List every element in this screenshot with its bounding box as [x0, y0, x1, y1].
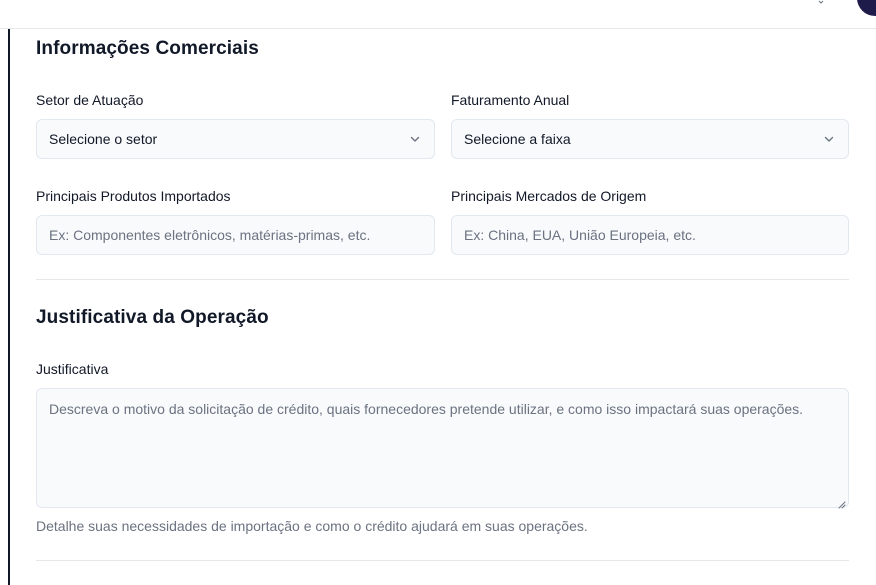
products-input[interactable]	[49, 227, 422, 243]
revenue-select[interactable]: Selecione a faixa	[451, 119, 849, 159]
form-card: Informações Comerciais Setor de Atuação …	[8, 29, 876, 585]
products-input-wrapper	[36, 215, 435, 255]
top-bar	[0, 0, 876, 29]
sector-label: Setor de Atuação	[36, 92, 144, 108]
section-divider	[36, 279, 849, 280]
commercial-section-title: Informações Comerciais	[36, 38, 259, 59]
markets-label: Principais Mercados de Origem	[451, 188, 647, 204]
sector-select[interactable]: Selecione o setor	[36, 119, 435, 159]
chevron-down-icon	[822, 132, 836, 146]
justification-textarea-wrapper	[36, 388, 849, 509]
justification-label: Justificativa	[36, 361, 109, 377]
justification-textarea[interactable]	[49, 399, 836, 497]
markets-input[interactable]	[464, 227, 836, 243]
avatar[interactable]	[857, 0, 876, 16]
products-label: Principais Produtos Importados	[36, 188, 231, 204]
chevron-down-icon	[408, 132, 422, 146]
user-menu-caret-icon[interactable]	[818, 0, 824, 4]
markets-input-wrapper	[451, 215, 849, 255]
section-divider	[36, 560, 849, 561]
justification-section-title: Justificativa da Operação	[36, 307, 269, 328]
revenue-label: Faturamento Anual	[451, 92, 570, 108]
resize-grip-icon[interactable]	[837, 496, 846, 509]
revenue-select-value: Selecione a faixa	[464, 131, 571, 147]
sector-select-value: Selecione o setor	[49, 131, 158, 147]
justification-helper-text: Detalhe suas necessidades de importação …	[36, 518, 588, 534]
